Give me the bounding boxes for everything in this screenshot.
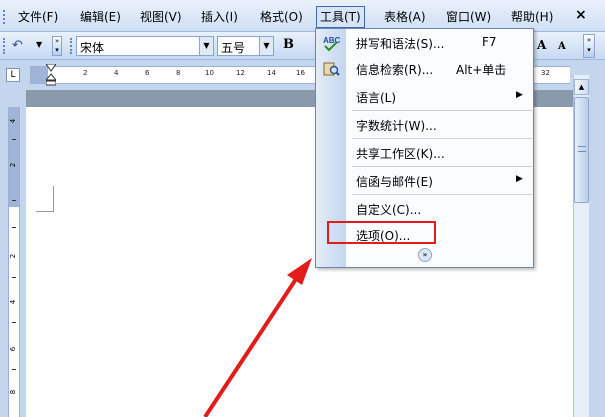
menu-item-label: 信息检索(R)... [356, 63, 434, 77]
ruler-tick: 6 [145, 69, 150, 77]
options-highlight-box [327, 221, 436, 244]
vruler-tick: 4 [9, 118, 18, 124]
bold-button[interactable]: B [283, 37, 294, 52]
menu-item-shortcut: F7 [482, 35, 497, 49]
toolbar-options-icon[interactable]: » ▾ [583, 34, 595, 58]
menu-item-label: 自定义(C)... [356, 203, 422, 217]
text-boundary-mark [36, 186, 54, 212]
toolbar-grip[interactable] [3, 38, 5, 54]
undo-icon[interactable]: ↶ [12, 38, 23, 53]
vruler-tick: 8 [9, 389, 18, 395]
chevron-double-down-icon[interactable]: » [418, 248, 432, 262]
ruler-tick: 32 [541, 69, 550, 77]
menu-item-letters-mailings[interactable]: 信函与邮件(E) ▶ [316, 169, 533, 193]
tab-selector[interactable]: L [6, 68, 20, 82]
font-size-value: 五号 [221, 41, 246, 55]
grow-font-button[interactable]: A [537, 38, 546, 52]
window-edge [589, 60, 605, 417]
scrollbar-thumb[interactable] [574, 97, 589, 203]
thumb-grip-icon [578, 146, 586, 152]
vruler-dash [12, 139, 16, 140]
vruler-dash [12, 200, 16, 201]
toolbar-options-icon[interactable]: » ▾ [52, 36, 62, 56]
menu-table[interactable]: 表格(A) [384, 8, 426, 26]
vruler-dash [12, 227, 16, 228]
menu-item-spelling[interactable]: ABC 拼写和语法(S)... F7 [316, 31, 533, 55]
menu-item-label: 字数统计(W)... [356, 119, 437, 133]
font-name-value: 宋体 [80, 41, 105, 55]
ruler-tick: 16 [296, 69, 305, 77]
vertical-ruler[interactable]: 4 2 2 4 6 8 [8, 107, 20, 417]
menu-separator [352, 138, 532, 139]
ruler-tick: 8 [176, 69, 181, 77]
shrink-font-button[interactable]: A [558, 41, 566, 52]
submenu-arrow-icon: ▶ [516, 90, 523, 100]
vruler-dash [12, 322, 16, 323]
svg-text:ABC: ABC [323, 36, 340, 45]
menu-help[interactable]: 帮助(H) [511, 8, 553, 26]
menu-file[interactable]: 文件(F) [18, 8, 58, 26]
chevron-down-icon[interactable]: ▼ [199, 37, 213, 55]
menu-tools[interactable]: 工具(T) [316, 6, 365, 28]
vruler-tick: 2 [9, 162, 18, 168]
menu-view[interactable]: 视图(V) [140, 8, 182, 26]
menu-item-word-count[interactable]: 字数统计(W)... [316, 113, 533, 137]
menu-separator [352, 110, 532, 111]
menu-item-label: 拼写和语法(S)... [356, 37, 445, 51]
menu-item-research[interactable]: 信息检索(R)... Alt+单击 [316, 57, 533, 81]
research-icon [322, 60, 340, 78]
menu-window[interactable]: 窗口(W) [446, 8, 491, 26]
ruler-tick: 10 [205, 69, 214, 77]
vertical-scrollbar[interactable]: ▲ [573, 75, 589, 417]
vruler-tick: 6 [9, 346, 18, 352]
menu-item-label: 信函与邮件(E) [356, 175, 433, 189]
toolbar-grip-2[interactable] [70, 38, 72, 54]
indent-marker-icon[interactable] [46, 64, 56, 86]
vruler-dash [12, 277, 16, 278]
chevron-down-icon[interactable]: ▼ [259, 37, 273, 55]
menu-item-shortcut: Alt+单击 [456, 63, 507, 77]
scroll-up-icon[interactable]: ▲ [574, 79, 589, 95]
menubar-grip[interactable] [3, 10, 5, 24]
ruler-tick: 12 [236, 69, 245, 77]
submenu-arrow-icon: ▶ [516, 174, 523, 184]
menu-item-language[interactable]: 语言(L) ▶ [316, 85, 533, 109]
undo-dropdown-icon[interactable]: ▼ [36, 40, 42, 49]
menu-insert[interactable]: 插入(I) [201, 8, 238, 26]
menu-separator [352, 166, 532, 167]
menu-item-label: 语言(L) [356, 91, 397, 105]
vruler-dash [12, 369, 16, 370]
menu-item-customize[interactable]: 自定义(C)... [316, 197, 533, 221]
font-size-combo[interactable]: 五号 ▼ [217, 36, 274, 56]
ruler-tick: 2 [83, 69, 88, 77]
menu-item-shared-workspace[interactable]: 共享工作区(K)... [316, 141, 533, 165]
close-document-icon[interactable]: × [575, 7, 587, 23]
font-name-combo[interactable]: 宋体 ▼ [76, 36, 214, 56]
ruler-tick: 14 [267, 69, 276, 77]
menu-edit[interactable]: 编辑(E) [80, 8, 121, 26]
menu-format[interactable]: 格式(O) [260, 8, 303, 26]
vruler-tick: 4 [9, 299, 18, 305]
menu-item-label: 共享工作区(K)... [356, 147, 445, 161]
ruler-tick: 4 [114, 69, 119, 77]
spelling-icon: ABC [322, 34, 341, 52]
menu-separator [352, 194, 532, 195]
vruler-tick: 2 [9, 253, 18, 259]
